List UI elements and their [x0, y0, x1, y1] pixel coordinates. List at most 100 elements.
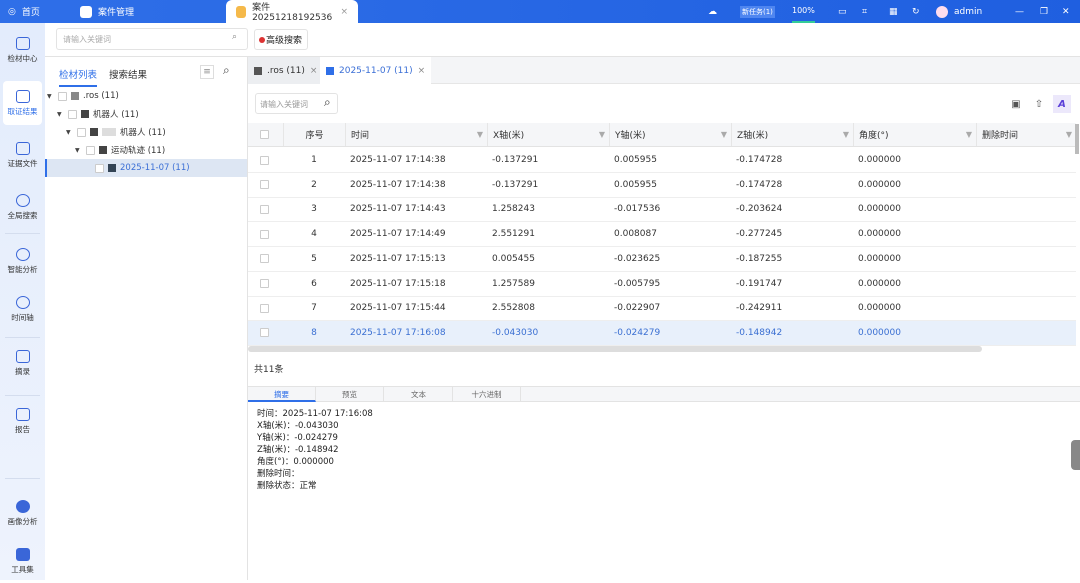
nav-smart-analysis[interactable]: 智能分析	[3, 239, 42, 283]
row-checkbox[interactable]	[260, 148, 269, 172]
table-cell: 0.005955	[614, 155, 657, 165]
table-row[interactable]: 4 2025-11-07 17:14:49 2.551291 0.008087 -0.2…	[248, 222, 1076, 248]
column-header[interactable]: 角度(°) ▼	[853, 123, 976, 146]
table-row[interactable]: 3 2025-11-07 17:14:43 1.258243 -0.017536 -0.…	[248, 197, 1076, 223]
headset-icon[interactable]: ↻	[912, 0, 920, 23]
table-cell: 0.000000	[858, 204, 901, 215]
column-header[interactable]: Y轴(米) ▼	[609, 123, 731, 146]
column-header[interactable]: 序号	[283, 123, 345, 146]
filter-icon[interactable]: ▼	[966, 130, 972, 139]
row-checkbox[interactable]	[260, 222, 269, 246]
tab-summary[interactable]: 摘要	[248, 387, 316, 402]
row-checkbox[interactable]	[260, 247, 269, 271]
export-icon[interactable]: ▣	[1007, 95, 1025, 113]
search-icon[interactable]: ⌕	[223, 63, 230, 78]
zoom-level[interactable]: 100%	[792, 0, 815, 23]
tab-search-results[interactable]: 搜索结果	[109, 67, 147, 81]
file-icon	[254, 66, 262, 75]
nav-report[interactable]: 报告	[3, 399, 42, 443]
row-checkbox[interactable]	[260, 321, 269, 345]
table-row[interactable]: 2 2025-11-07 17:14:38 -0.137291 0.005955 -0.…	[248, 173, 1076, 198]
row-checkbox[interactable]	[260, 197, 269, 221]
task-button[interactable]: 新任务(1)	[740, 0, 775, 23]
row-checkbox[interactable]	[260, 272, 269, 296]
table-row[interactable]: 1 2025-11-07 17:14:38 -0.137291 0.005955 -0.…	[248, 148, 1076, 173]
crop-icon[interactable]: ⌗	[862, 0, 867, 23]
filter-icon[interactable]: ▼	[477, 130, 483, 139]
tab-case-management[interactable]: 案件管理	[80, 0, 134, 23]
font-icon[interactable]: A	[1053, 95, 1071, 113]
column-header[interactable]: Z轴(米) ▼	[731, 123, 853, 146]
nav-toolkit[interactable]: 工具集	[3, 539, 42, 583]
tab-evidence-list[interactable]: 检材列表	[59, 67, 98, 87]
upload-icon[interactable]: ⇧	[1030, 95, 1048, 113]
advanced-search-button[interactable]: 高级搜索	[254, 29, 308, 50]
file-icon	[326, 66, 334, 75]
clock-icon	[15, 295, 30, 309]
row-checkbox[interactable]	[260, 123, 269, 146]
table-cell	[976, 173, 1076, 197]
table-cell: 2025-11-07 17:14:38	[350, 179, 446, 190]
column-header[interactable]: X轴(米) ▼	[487, 123, 609, 146]
search-icon[interactable]: ⌕	[324, 95, 331, 110]
horizontal-scrollbar[interactable]	[248, 346, 982, 352]
nav-evidence-center[interactable]: 检材中心	[3, 28, 42, 72]
nav-excerpt[interactable]: 摘录	[3, 341, 42, 385]
tab-text[interactable]: 文本	[385, 387, 453, 402]
table-cell: 2025-11-07 17:15:18	[350, 278, 446, 289]
table-cell: 2.551291	[492, 229, 535, 240]
search-icon[interactable]: ⌕	[232, 32, 237, 42]
tree-node[interactable]: ▼ 机器人 (11)	[45, 105, 247, 123]
table-cell	[976, 321, 1076, 345]
nav-timeline[interactable]: 时间轴	[3, 287, 42, 331]
table-cell: -0.017536	[614, 204, 661, 215]
table-row[interactable]: 6 2025-11-07 17:15:18 1.257589 -0.005795 -0.…	[248, 272, 1076, 297]
user-menu[interactable]: admin	[936, 0, 982, 23]
tab-case[interactable]: 案件20251218192536 ×	[226, 0, 358, 23]
tab-home[interactable]: ◎ 首页	[8, 0, 40, 23]
table-cell: 2025-11-07 17:16:08	[350, 327, 446, 338]
row-checkbox[interactable]	[260, 173, 269, 197]
minimize-button[interactable]: —	[1015, 0, 1024, 23]
table-cell: 3	[311, 204, 317, 215]
filter-icon[interactable]: ▼	[721, 130, 727, 139]
close-icon[interactable]: ×	[340, 7, 348, 17]
table-cell	[976, 296, 1076, 320]
tree-node[interactable]: ▼ .ros (11)	[45, 87, 247, 105]
table-header: 序号 时间 ▼ X轴(米) ▼ Y轴(米) ▼ Z轴(米) ▼ 角度(°) ▼ 删除时间 ▼	[248, 123, 1076, 147]
column-header[interactable]: 删除时间 ▼	[976, 123, 1076, 146]
nav-profile-analysis[interactable]: 画像分析	[3, 491, 42, 535]
cloud-icon[interactable]: ☁	[708, 0, 717, 23]
tab-preview[interactable]: 预览	[316, 387, 384, 402]
nav-forensic-results[interactable]: 取证结果	[3, 81, 42, 125]
tree-node[interactable]: ▼ 运动轨迹 (11)	[45, 141, 247, 159]
close-window-button[interactable]: ✕	[1062, 0, 1070, 23]
nav-global-search[interactable]: 全局搜索	[3, 185, 42, 229]
nav-evidence-files[interactable]: 证据文件	[3, 133, 42, 177]
close-icon[interactable]: ×	[310, 66, 318, 76]
doc-tab-ros[interactable]: .ros (11) ×	[248, 57, 324, 84]
filter-icon[interactable]: ▼	[1066, 130, 1072, 139]
table-row[interactable]: 7 2025-11-07 17:15:44 2.552808 -0.022907 -0.…	[248, 296, 1076, 322]
keyword-search-input[interactable]: 请输入关键词	[56, 28, 248, 50]
record-icon[interactable]: ▭	[838, 0, 847, 23]
list-menu-icon[interactable]: ≡	[200, 65, 214, 79]
close-icon[interactable]: ×	[418, 66, 426, 76]
total-count: 共11条	[254, 365, 284, 375]
filter-icon[interactable]: ▼	[843, 130, 849, 139]
side-handle[interactable]	[1071, 440, 1080, 470]
table-row[interactable]: 8 2025-11-07 17:16:08 -0.043030 -0.024279 -0…	[248, 320, 1076, 346]
vertical-scrollbar[interactable]	[1075, 124, 1079, 154]
filter-icon[interactable]: ▼	[599, 130, 605, 139]
tree-node-selected[interactable]: 2025-11-07 (11)	[45, 159, 247, 177]
restore-button[interactable]: ❐	[1040, 0, 1048, 23]
tree-node[interactable]: ▼ 机器人 (11)	[45, 123, 247, 141]
table-cell	[976, 197, 1076, 221]
table-row[interactable]: 5 2025-11-07 17:15:13 0.005455 -0.023625 -0.…	[248, 247, 1076, 272]
column-header[interactable]: 时间 ▼	[345, 123, 487, 146]
apps-icon[interactable]: ▦	[889, 0, 898, 23]
cube-icon	[15, 499, 30, 513]
doc-tab-date[interactable]: 2025-11-07 (11) ×	[320, 57, 432, 84]
row-checkbox[interactable]	[260, 296, 269, 320]
tab-hex[interactable]: 十六进制	[453, 387, 521, 402]
